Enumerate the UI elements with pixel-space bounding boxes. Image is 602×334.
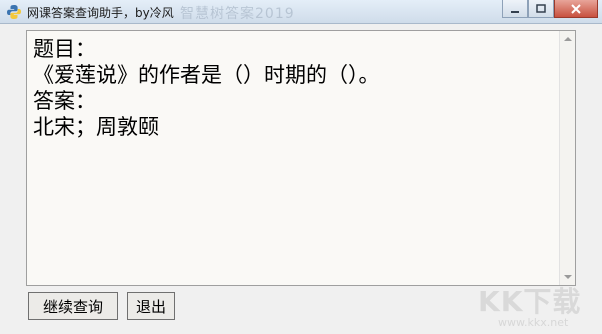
window-controls [502,0,598,20]
watermark: KK下载 www.kkx.net [478,280,596,332]
question-label: 题目： [33,37,96,61]
answer-label: 答案： [33,89,96,113]
title-bar: 网课答案查询助手，by冷风 智慧树答案2019 [0,0,602,24]
close-button[interactable] [554,0,598,18]
watermark-logo: KK下载 [478,285,582,318]
minimize-icon [511,10,519,13]
background-title-text: 智慧树答案2019 [180,6,295,22]
minimize-button[interactable] [502,0,528,18]
scroll-up-icon[interactable] [564,37,572,41]
maximize-button[interactable] [528,0,554,18]
exit-button[interactable]: 退出 [127,292,175,320]
answer-text: 北宋；周敦颐 [33,115,159,139]
result-content: 题目： 《爱莲说》的作者是（）时期的（）。 答案： 北宋；周敦颐 [33,36,380,140]
maximize-icon [536,3,546,13]
window-title: 网课答案查询助手，by冷风 [27,6,174,20]
close-icon [571,3,581,14]
watermark-url: www.kkx.net [498,316,569,329]
python-icon [7,5,21,19]
vertical-scrollbar[interactable] [559,31,575,285]
question-text: 《爱莲说》的作者是（）时期的（）。 [33,63,380,87]
continue-query-button[interactable]: 继续查询 [28,292,118,320]
result-text-area[interactable]: 题目： 《爱莲说》的作者是（）时期的（）。 答案： 北宋；周敦颐 [26,30,576,286]
scroll-down-icon[interactable] [564,275,572,279]
